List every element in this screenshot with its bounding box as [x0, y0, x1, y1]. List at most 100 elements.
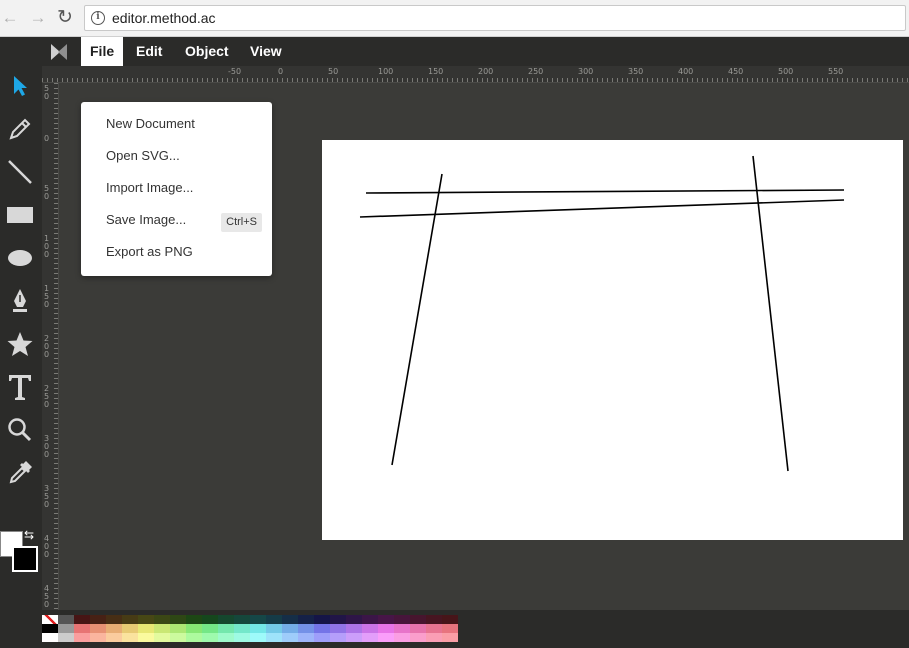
palette-swatch[interactable]: [170, 624, 186, 633]
path-tool[interactable]: [4, 284, 36, 318]
palette-swatch[interactable]: [234, 624, 250, 633]
palette-swatch[interactable]: [378, 633, 394, 642]
palette-swatch[interactable]: [362, 624, 378, 633]
palette-swatch[interactable]: [138, 624, 154, 633]
palette-swatch[interactable]: [74, 633, 90, 642]
palette-swatch[interactable]: [154, 633, 170, 642]
palette-swatch[interactable]: [250, 615, 266, 624]
palette-swatch[interactable]: [426, 624, 442, 633]
ellipse-tool[interactable]: [4, 241, 36, 275]
palette-swatch[interactable]: [234, 615, 250, 624]
palette-swatch[interactable]: [394, 615, 410, 624]
palette-swatch[interactable]: [170, 615, 186, 624]
palette-swatch[interactable]: [42, 633, 58, 642]
palette-swatch[interactable]: [186, 633, 202, 642]
palette-swatch[interactable]: [106, 624, 122, 633]
palette-swatch[interactable]: [282, 633, 298, 642]
palette-swatch[interactable]: [410, 615, 426, 624]
palette-swatch[interactable]: [122, 633, 138, 642]
pencil-tool[interactable]: [4, 112, 36, 146]
palette-swatch[interactable]: [170, 633, 186, 642]
palette-swatch[interactable]: [250, 624, 266, 633]
palette-swatch[interactable]: [410, 633, 426, 642]
palette-swatch[interactable]: [202, 633, 218, 642]
palette-swatch[interactable]: [362, 633, 378, 642]
forward-button[interactable]: →: [28, 8, 48, 28]
zoom-tool[interactable]: [4, 413, 36, 447]
palette-swatch[interactable]: [234, 633, 250, 642]
palette-swatch[interactable]: [58, 615, 74, 624]
palette-swatch[interactable]: [218, 615, 234, 624]
palette-swatch[interactable]: [394, 633, 410, 642]
eyedropper-tool[interactable]: [4, 456, 36, 490]
back-button[interactable]: ←: [0, 8, 20, 28]
palette-swatch[interactable]: [154, 624, 170, 633]
palette-swatch[interactable]: [378, 624, 394, 633]
canvas-drawing[interactable]: [322, 140, 903, 540]
address-bar[interactable]: i editor.method.ac: [84, 5, 906, 31]
palette-swatch[interactable]: [346, 633, 362, 642]
palette-swatch[interactable]: [378, 615, 394, 624]
palette-swatch[interactable]: [442, 633, 458, 642]
swap-colors-icon[interactable]: ⇆: [24, 528, 34, 542]
info-icon[interactable]: i: [91, 11, 105, 25]
palette-swatch[interactable]: [138, 633, 154, 642]
palette-swatch[interactable]: [58, 624, 74, 633]
drawn-line[interactable]: [359, 199, 845, 218]
palette-swatch[interactable]: [90, 633, 106, 642]
stroke-color-swatch[interactable]: [12, 546, 38, 572]
palette-swatch[interactable]: [266, 624, 282, 633]
palette-swatch[interactable]: [42, 624, 58, 633]
menu-view[interactable]: View: [241, 37, 291, 66]
palette-swatch[interactable]: [298, 633, 314, 642]
menu-item-new-document[interactable]: New Document: [81, 108, 272, 140]
text-tool[interactable]: [4, 370, 36, 404]
palette-swatch[interactable]: [330, 633, 346, 642]
drawn-line[interactable]: [365, 189, 845, 194]
palette-swatch[interactable]: [58, 633, 74, 642]
palette-swatch[interactable]: [90, 615, 106, 624]
palette-swatch[interactable]: [266, 615, 282, 624]
palette-swatch[interactable]: [362, 615, 378, 624]
palette-swatch[interactable]: [330, 624, 346, 633]
palette-swatch[interactable]: [122, 615, 138, 624]
palette-swatch[interactable]: [90, 624, 106, 633]
menu-file[interactable]: File: [81, 37, 124, 66]
palette-swatch[interactable]: [186, 624, 202, 633]
palette-swatch[interactable]: [442, 624, 458, 633]
palette-swatch[interactable]: [314, 624, 330, 633]
palette-swatch[interactable]: [426, 615, 442, 624]
palette-swatch[interactable]: [282, 615, 298, 624]
palette-swatch[interactable]: [426, 633, 442, 642]
menu-item-save-image[interactable]: Save Image... Ctrl+S: [81, 204, 272, 236]
palette-swatch[interactable]: [282, 624, 298, 633]
palette-swatch[interactable]: [314, 615, 330, 624]
palette-swatch[interactable]: [346, 615, 362, 624]
palette-swatch[interactable]: [298, 615, 314, 624]
menu-edit[interactable]: Edit: [127, 37, 171, 66]
select-tool[interactable]: [4, 69, 36, 103]
palette-swatch[interactable]: [74, 615, 90, 624]
palette-swatch[interactable]: [154, 615, 170, 624]
palette-swatch[interactable]: [218, 633, 234, 642]
palette-swatch[interactable]: [298, 624, 314, 633]
palette-swatch[interactable]: [42, 615, 58, 624]
star-tool[interactable]: [4, 327, 36, 361]
palette-swatch[interactable]: [138, 615, 154, 624]
drawn-line[interactable]: [391, 173, 443, 466]
menu-item-export-png[interactable]: Export as PNG: [81, 236, 272, 268]
menu-object[interactable]: Object: [176, 37, 238, 66]
palette-swatch[interactable]: [330, 615, 346, 624]
palette-swatch[interactable]: [410, 624, 426, 633]
menu-item-open-svg[interactable]: Open SVG...: [81, 140, 272, 172]
palette-swatch[interactable]: [106, 615, 122, 624]
line-tool[interactable]: [4, 155, 36, 189]
palette-swatch[interactable]: [186, 615, 202, 624]
palette-swatch[interactable]: [106, 633, 122, 642]
menu-item-import-image[interactable]: Import Image...: [81, 172, 272, 204]
rectangle-tool[interactable]: [4, 198, 36, 232]
palette-swatch[interactable]: [218, 624, 234, 633]
url-text[interactable]: editor.method.ac: [112, 10, 216, 26]
palette-swatch[interactable]: [74, 624, 90, 633]
palette-swatch[interactable]: [346, 624, 362, 633]
